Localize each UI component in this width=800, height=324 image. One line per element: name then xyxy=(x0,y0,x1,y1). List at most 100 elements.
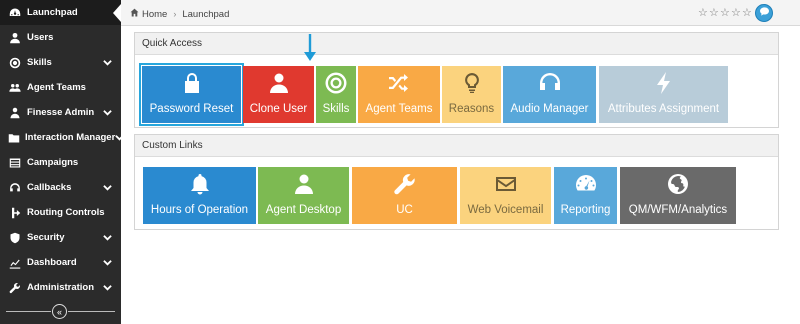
tile-label: Agent Desktop xyxy=(265,204,342,216)
chevron-down-icon xyxy=(103,108,113,118)
tile-qm-wfm-analytics[interactable]: QM/WFM/Analytics xyxy=(620,167,736,224)
tile-label: UC xyxy=(396,204,413,216)
sidebar-item-label: Launchpad xyxy=(27,7,78,18)
sidebar-item-campaigns[interactable]: Campaigns xyxy=(0,150,121,175)
wrench-icon xyxy=(391,170,419,198)
gauge-icon xyxy=(572,170,600,198)
sidebar-item-users[interactable]: Users xyxy=(0,25,121,50)
main-content: Home › Launchpad ☆ ☆ ☆ ☆ ☆ Quick Access … xyxy=(121,0,800,324)
chat-bubble-icon xyxy=(759,4,770,22)
rating-stars: ☆ ☆ ☆ ☆ ☆ xyxy=(698,8,753,19)
sidebar-item-agent-teams[interactable]: Agent Teams xyxy=(0,75,121,100)
shield-icon xyxy=(8,231,22,245)
sidebar-item-label: Finesse Admin xyxy=(27,107,95,118)
sidebar: Launchpad Users Skills Agent Teams Fines… xyxy=(0,0,125,324)
sidebar-item-callbacks[interactable]: Callbacks xyxy=(0,175,121,200)
chevron-down-icon xyxy=(103,58,113,68)
tile-label: Attributes Assignment xyxy=(607,103,720,115)
sidebar-item-routing-controls[interactable]: Routing Controls xyxy=(0,200,121,225)
user-icon xyxy=(290,170,318,198)
sidebar-item-finesse-admin[interactable]: Finesse Admin xyxy=(0,100,121,125)
list-icon xyxy=(8,156,22,170)
sidebar-item-label: Routing Controls xyxy=(27,207,105,218)
sidebar-item-label: Interaction Manager xyxy=(25,132,116,143)
tile-label: Password Reset xyxy=(149,103,234,115)
target-icon xyxy=(8,56,22,70)
tile-web-voicemail[interactable]: Web Voicemail xyxy=(460,167,551,224)
star-icon[interactable]: ☆ xyxy=(698,8,709,19)
chart-icon xyxy=(8,256,22,270)
tile-reporting[interactable]: Reporting xyxy=(554,167,617,224)
tile-label: Hours of Operation xyxy=(150,204,249,216)
tile-password-reset[interactable]: Password Reset xyxy=(139,63,244,126)
sidebar-item-label: Callbacks xyxy=(27,182,72,193)
tile-skills[interactable]: Skills xyxy=(316,66,356,123)
star-icon[interactable]: ☆ xyxy=(720,8,731,19)
tile-label: Agent Teams xyxy=(365,103,433,115)
tile-label: Skills xyxy=(322,103,350,115)
home-icon xyxy=(130,8,142,20)
sidebar-item-label: Agent Teams xyxy=(27,82,86,93)
target-icon xyxy=(322,69,350,97)
bolt-icon xyxy=(650,69,678,97)
dashboard-gauge-icon xyxy=(8,6,22,20)
user-icon xyxy=(8,31,22,45)
divider xyxy=(68,311,115,312)
panel-title: Custom Links xyxy=(135,135,778,157)
star-icon[interactable]: ☆ xyxy=(731,8,742,19)
sidebar-item-label: Dashboard xyxy=(27,257,77,268)
sidebar-item-label: Security xyxy=(27,232,65,243)
tile-label: QM/WFM/Analytics xyxy=(628,204,728,216)
tile-reasons[interactable]: Reasons xyxy=(442,66,501,123)
breadcrumb: Home › Launchpad xyxy=(130,8,229,20)
shuffle-icon xyxy=(385,69,413,97)
team-icon xyxy=(8,81,22,95)
tile-attributes-assignment[interactable]: Attributes Assignment xyxy=(599,66,728,123)
sidebar-item-label: Campaigns xyxy=(27,157,79,168)
sidebar-item-label: Users xyxy=(27,32,54,43)
sidebar-item-skills[interactable]: Skills xyxy=(0,50,121,75)
tile-clone-user[interactable]: Clone User xyxy=(243,66,314,123)
folder-icon xyxy=(8,131,20,145)
sidebar-item-label: Administration xyxy=(27,282,95,293)
sidebar-item-security[interactable]: Security xyxy=(0,225,121,250)
person-tie-icon xyxy=(8,106,22,120)
tile-uc[interactable]: UC xyxy=(352,167,457,224)
envelope-icon xyxy=(492,170,520,198)
sidebar-item-launchpad[interactable]: Launchpad xyxy=(0,0,121,25)
breadcrumb-current: Launchpad xyxy=(182,8,230,20)
headphones-icon xyxy=(536,69,564,97)
tile-agent-desktop[interactable]: Agent Desktop xyxy=(258,167,349,224)
chevron-down-icon xyxy=(103,258,113,268)
breadcrumb-separator: › xyxy=(173,9,177,19)
wrench-icon xyxy=(8,281,22,295)
tile-hours-of-operation[interactable]: Hours of Operation xyxy=(143,167,256,224)
routing-icon xyxy=(8,206,22,220)
chevron-down-icon xyxy=(103,233,113,243)
chevron-down-icon xyxy=(103,183,113,193)
chevron-down-icon xyxy=(103,283,113,293)
double-chevron-left-icon: « xyxy=(56,306,62,317)
sidebar-item-interaction-manager[interactable]: Interaction Manager xyxy=(0,125,125,150)
sidebar-collapse-button[interactable]: « xyxy=(52,304,67,319)
breadcrumb-bar: Home › Launchpad ☆ ☆ ☆ ☆ ☆ xyxy=(121,0,800,26)
sidebar-item-administration[interactable]: Administration xyxy=(0,275,121,300)
help-button[interactable] xyxy=(755,4,773,22)
breadcrumb-home-link[interactable]: Home xyxy=(142,9,167,20)
tile-agent-teams[interactable]: Agent Teams xyxy=(358,66,440,123)
star-icon[interactable]: ☆ xyxy=(709,8,720,19)
tile-label: Reporting xyxy=(560,204,611,216)
headset-icon xyxy=(8,181,22,195)
arrow-down-icon xyxy=(304,34,316,62)
lightbulb-icon xyxy=(458,69,486,97)
lock-icon xyxy=(178,69,206,97)
sidebar-item-dashboard[interactable]: Dashboard xyxy=(0,250,121,275)
bell-icon xyxy=(186,170,214,198)
active-indicator xyxy=(113,4,121,22)
user-icon xyxy=(265,69,293,97)
sidebar-item-label: Skills xyxy=(27,57,52,68)
tile-audio-manager[interactable]: Audio Manager xyxy=(503,66,596,123)
divider xyxy=(6,311,51,312)
star-icon[interactable]: ☆ xyxy=(742,8,753,19)
panel-title: Quick Access xyxy=(135,33,778,55)
